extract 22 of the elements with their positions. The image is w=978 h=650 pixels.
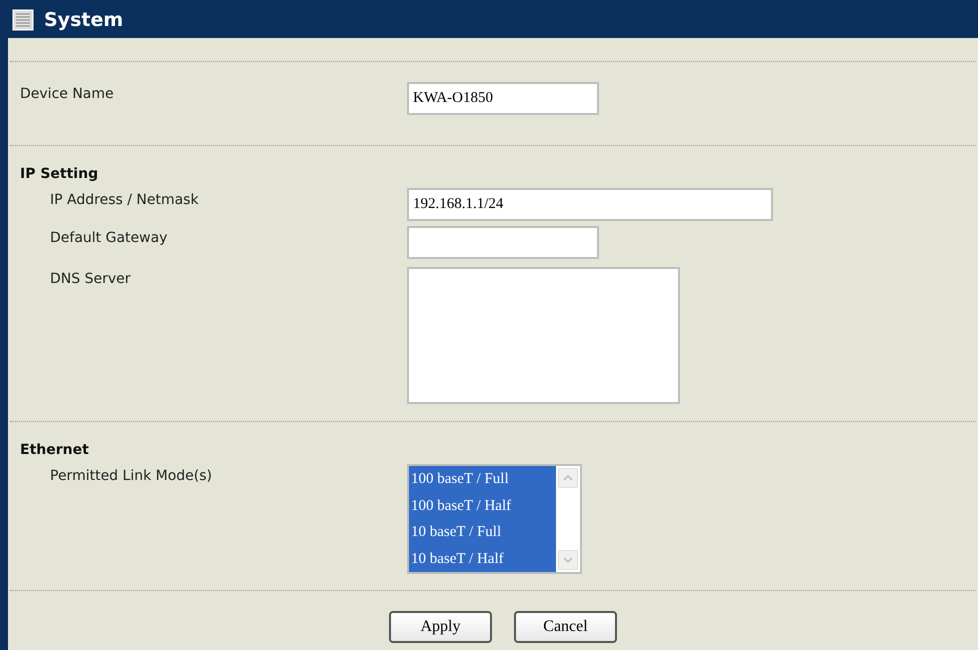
cancel-button[interactable]: Cancel [514,611,617,643]
section-heading: Ethernet [19,442,90,458]
dns-server-field[interactable] [407,267,680,404]
panel-title: System [44,8,124,30]
scroll-up-icon[interactable] [558,468,578,488]
section-heading: IP Setting [19,166,100,182]
document-icon [12,8,34,30]
field-label: Permitted Link Mode(s) [49,467,214,484]
field-label: Device Name [19,85,115,102]
ip-address-field[interactable]: 192.168.1.1/24 [407,188,773,221]
field-label: Default Gateway [49,229,168,246]
gateway-field[interactable] [407,226,599,259]
list-option[interactable]: 100 baseT / Full [409,466,556,492]
list-option[interactable]: 10 baseT / Half [409,546,556,572]
scroll-down-icon[interactable] [558,550,578,570]
link-mode-listbox[interactable]: 100 baseT / Full 100 baseT / Half 10 baseT / Full 10 baseT / Half [407,464,582,574]
apply-button[interactable]: Apply [389,611,492,643]
device-name-field[interactable]: KWA-O1850 [407,82,599,115]
list-option[interactable]: 10 baseT / Full [409,519,556,546]
field-label: DNS Server [49,270,132,287]
field-label: IP Address / Netmask [49,191,200,208]
list-option[interactable]: 100 baseT / Half [409,492,556,519]
